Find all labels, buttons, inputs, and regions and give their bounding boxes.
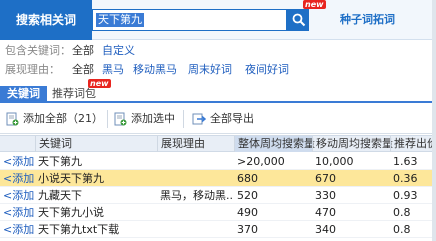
column-header-keyword[interactable]: 关键词 — [35, 136, 157, 152]
search-related-label: 搜索相关词 — [0, 0, 92, 40]
keyword-cell: 天下第九小说 — [38, 206, 104, 219]
reason-option-all[interactable]: 全部 — [72, 62, 94, 78]
bid-cell: 0.8 — [393, 206, 411, 219]
export-icon — [192, 113, 206, 125]
total-searches-cell: 490 — [237, 206, 258, 219]
include-option-custom[interactable]: 自定义 — [102, 43, 135, 59]
mobile-searches-cell: 330 — [315, 189, 336, 202]
reason-cell: 黑马，移动黑... — [160, 189, 232, 202]
mobile-searches-cell: 470 — [315, 206, 336, 219]
add-all-label: 添加全部（21） — [23, 112, 103, 125]
bid-cell: 1.63 — [393, 155, 418, 168]
add-keyword-link[interactable]: <添加 — [3, 153, 34, 170]
add-keyword-link[interactable]: <添加 — [3, 170, 34, 187]
tab-bar: 关键词 推荐词包 — [0, 86, 436, 103]
search-header: 搜索相关词 天下第九 new 种子词拓词 — [0, 0, 436, 40]
toolbar-divider — [107, 110, 108, 128]
bid-cell: 0.36 — [393, 172, 418, 185]
add-document-icon — [6, 112, 19, 126]
reason-cell — [160, 153, 232, 170]
table-row[interactable]: <添加 天下第九txt下载 370 340 0.8 — [0, 221, 436, 238]
column-header-total-weekly-searches[interactable]: 整体周均搜索量 — [234, 136, 315, 152]
column-header-reason[interactable]: 展现理由 — [157, 136, 234, 152]
bid-cell: 0.8 — [393, 223, 411, 236]
toolbar-divider — [183, 110, 184, 128]
keyword-cell: 小说天下第九 — [38, 172, 104, 185]
table-row[interactable]: <添加 天下第九 >20,000 10,000 1.63 — [0, 153, 436, 170]
table-header: 关键词 展现理由 整体周均搜索量 移动周均搜索量 推荐出价 — [0, 135, 436, 152]
table-row[interactable]: <添加 小说天下第九 680 670 0.36 — [0, 170, 436, 187]
toolbar: 添加全部（21） 添加选中 全部导出 — [0, 104, 436, 134]
keyword-cell: 九藏天下 — [38, 189, 82, 202]
total-searches-cell: 370 — [237, 223, 258, 236]
reason-option-mobile-dark-horse[interactable]: 移动黑马 — [133, 62, 177, 78]
table-row[interactable]: <添加 九藏天下 黑马，移动黑... 520 330 0.93 — [0, 187, 436, 204]
reason-option-dark-horse[interactable]: 黑马 — [102, 62, 124, 78]
column-header-mobile-weekly-searches[interactable]: 移动周均搜索量 — [312, 136, 393, 152]
tab-new-badge: new — [88, 79, 111, 88]
tab-recommended-packages[interactable]: 推荐词包 — [48, 86, 100, 103]
export-all-button[interactable]: 全部导出 — [192, 111, 254, 127]
add-keyword-link[interactable]: <添加 — [3, 204, 34, 221]
keyword-cell: 天下第九 — [38, 155, 82, 168]
add-all-button[interactable]: 添加全部（21） — [5, 111, 103, 127]
add-keyword-link[interactable]: <添加 — [3, 187, 34, 204]
total-searches-cell: 680 — [237, 172, 258, 185]
table-row[interactable]: <添加 天下第九小说 490 470 0.8 — [0, 204, 436, 221]
export-all-label: 全部导出 — [210, 112, 254, 125]
seed-keyword-tool-link[interactable]: 种子词拓词 — [340, 0, 395, 40]
keyword-cell: 天下第九txt下载 — [38, 223, 120, 236]
total-searches-cell: >20,000 — [237, 155, 285, 168]
column-header-recommended-bid[interactable]: 推荐出价 — [390, 136, 436, 152]
search-button[interactable] — [287, 9, 309, 31]
reason-cell — [160, 204, 232, 221]
reason-option-weekend[interactable]: 周末好词 — [188, 62, 232, 78]
include-option-all[interactable]: 全部 — [72, 43, 94, 59]
add-selected-button[interactable]: 添加选中 — [113, 111, 175, 127]
tab-keywords[interactable]: 关键词 — [0, 86, 47, 103]
mobile-searches-cell: 10,000 — [315, 155, 354, 168]
reason-filter-title: 展现理由： — [5, 63, 60, 76]
search-icon — [292, 13, 306, 27]
search-input-value[interactable]: 天下第九 — [96, 13, 144, 27]
add-selected-label: 添加选中 — [131, 112, 175, 125]
reason-cell — [160, 221, 232, 238]
include-filter-title: 包含关键词： — [5, 44, 71, 57]
add-document-icon — [114, 112, 127, 126]
bid-cell: 0.93 — [393, 189, 418, 202]
vertical-scrollbar[interactable] — [432, 0, 436, 241]
add-keyword-link[interactable]: <添加 — [3, 221, 34, 238]
mobile-searches-cell: 670 — [315, 172, 336, 185]
reason-option-night[interactable]: 夜间好词 — [245, 62, 289, 78]
reason-cell — [160, 170, 232, 187]
new-badge: new — [303, 0, 326, 9]
search-input[interactable]: 天下第九 — [92, 9, 287, 31]
total-searches-cell: 520 — [237, 189, 258, 202]
mobile-searches-cell: 340 — [315, 223, 336, 236]
